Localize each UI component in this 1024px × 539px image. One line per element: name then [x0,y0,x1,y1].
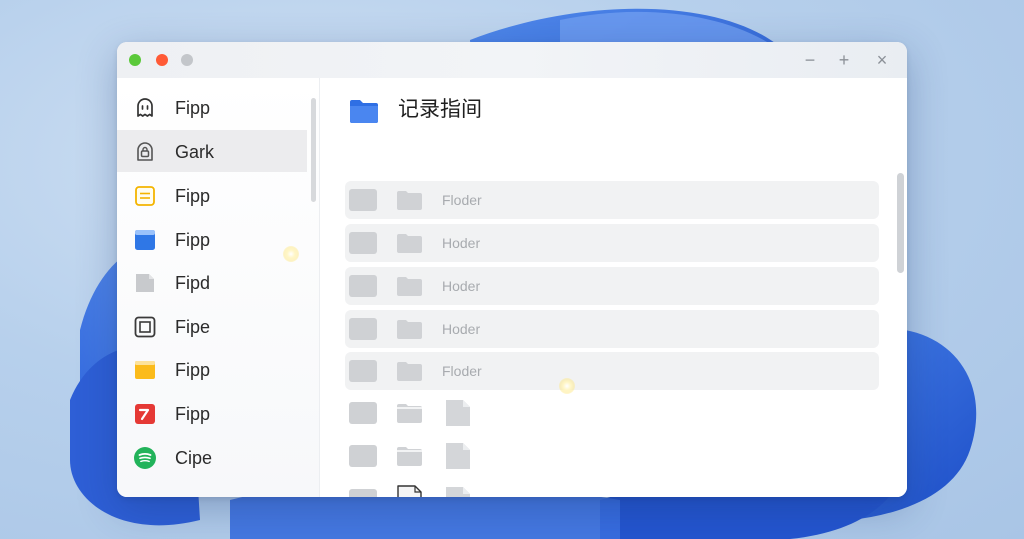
thumbnail-placeholder [349,489,377,497]
sidebar-item-5[interactable]: Fipe [117,305,307,347]
gray-file-icon [136,274,154,292]
red-edit-icon [135,404,155,424]
sidebar-item-7[interactable]: Fipp [117,392,307,434]
sidebar: Fipp Gark Fipp Fipp Fipd Fipe Fipp Fipp … [117,78,320,497]
title-bar: − + × [117,42,907,78]
list-item[interactable] [345,394,879,432]
sidebar-item-label: Fipp [175,404,211,424]
sidebar-item-label: Cipe [175,448,213,468]
green-spotify-icon [134,447,156,469]
close-button[interactable]: × [870,48,894,72]
main-content: 记录指间 Floder Hoder Hoder Hoder Floder [320,78,907,497]
light-sparkle [283,246,299,262]
lock-outline-icon [137,142,153,161]
sidebar-item-label: Fipe [175,317,211,337]
folder-icon [397,404,422,423]
list-item[interactable]: Floder [345,352,879,390]
list-item[interactable] [345,437,879,475]
list-item[interactable]: Hoder [345,224,879,262]
thumbnail-placeholder [349,275,377,297]
item-label: Floder [442,363,482,379]
sidebar-item-label: Fipp [175,98,211,118]
window-close-dot-button[interactable] [156,54,168,66]
folder-icon [397,320,422,339]
square-frame-icon [134,316,156,338]
list-item[interactable]: Hoder [345,267,879,305]
blue-folder-icon [350,100,378,123]
sidebar-item-1[interactable]: Gark [117,130,307,172]
folder-icon [397,234,422,253]
list-item[interactable]: Floder [345,181,879,219]
sidebar-item-label: Gark [175,142,215,162]
thumbnail-placeholder [349,360,377,382]
sidebar-item-label: Fipp [175,230,211,250]
ghost-outline-icon [137,98,153,117]
file-icon [446,443,470,469]
file-icon [446,487,470,497]
item-label: Hoder [442,321,481,337]
sidebar-item-8[interactable]: Cipe [117,436,307,478]
sidebar-item-6[interactable]: Fipp [117,348,307,390]
folder-icon [397,362,422,381]
thumbnail-placeholder [349,232,377,254]
thumbnail-placeholder [349,445,377,467]
sidebar-item-4[interactable]: Fipd [117,261,307,303]
sidebar-item-0[interactable]: Fipp [117,86,307,128]
list-item[interactable] [345,481,879,497]
folder-icon [397,277,422,296]
light-sparkle [559,378,575,394]
minimize-button[interactable]: − [798,48,822,72]
folder-icon [397,191,422,210]
yellow-folder-icon [135,361,155,379]
sidebar-item-3[interactable]: Fipp [117,218,307,260]
item-label: Hoder [442,278,481,294]
yellow-note-icon [135,186,155,206]
app-window: − + × Fipp Gark Fipp Fipp Fipd Fipe Fipp… [117,42,907,497]
page-title: 记录指间 [398,98,482,121]
sidebar-item-label: Fipd [175,273,211,293]
file-outline-icon [397,485,422,497]
thumbnail-placeholder [349,189,377,211]
thumbnail-placeholder [349,318,377,340]
list-item[interactable]: Hoder [345,310,879,348]
sidebar-item-label: Fipp [175,186,211,206]
sidebar-scrollbar[interactable] [311,98,316,202]
blue-window-icon [135,230,155,250]
content-scrollbar[interactable] [897,173,904,273]
maximize-button[interactable]: + [832,48,856,72]
thumbnail-placeholder [349,402,377,424]
item-label: Hoder [442,235,481,251]
sidebar-item-2[interactable]: Fipp [117,174,307,216]
sidebar-item-label: Fipp [175,360,211,380]
item-label: Floder [442,192,482,208]
file-icon [446,400,470,426]
folder-icon [397,447,422,466]
window-zoom-button[interactable] [129,54,141,66]
window-minimize-dot-button[interactable] [181,54,193,66]
